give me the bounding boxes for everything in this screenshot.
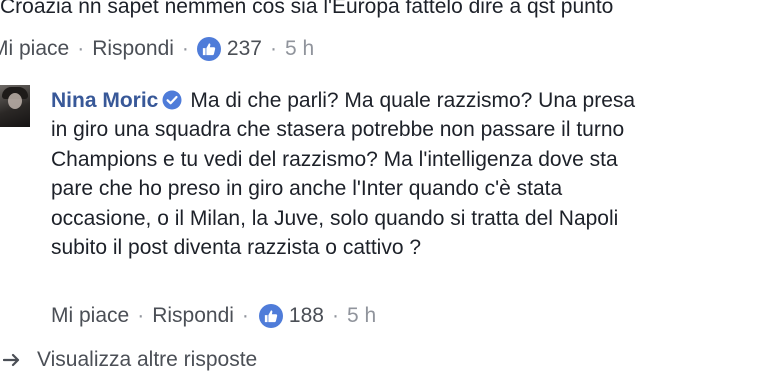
- separator: ·: [269, 37, 277, 60]
- author-name[interactable]: Nina Moric: [51, 89, 158, 112]
- like-count[interactable]: 188: [289, 304, 324, 328]
- separator: ·: [331, 304, 339, 327]
- thumbs-up-icon[interactable]: [196, 37, 221, 61]
- view-more-replies[interactable]: Visualizza altre risposte: [3, 348, 257, 372]
- like-count[interactable]: 237: [227, 37, 262, 61]
- reply-line: subito il post diventa razzista o cattiv…: [51, 235, 422, 259]
- reply-line: pare che ho preso in giro anche l'Inter …: [51, 177, 563, 201]
- thumbs-up-icon[interactable]: [258, 304, 283, 328]
- avatar-face: [8, 93, 22, 109]
- timestamp[interactable]: 5 h: [285, 37, 314, 61]
- reply-line: in giro una squadra che stasera potrebbe…: [51, 118, 625, 142]
- like-link[interactable]: Mi piace: [0, 37, 69, 61]
- like-link[interactable]: Mi piace: [51, 304, 129, 328]
- reply-link[interactable]: Rispondi: [152, 304, 234, 328]
- separator: ·: [137, 304, 145, 327]
- reply-arrow-icon: [3, 353, 21, 367]
- reply-actions: Mi piace · Rispondi · 188 · 5 h: [51, 304, 376, 328]
- timestamp[interactable]: 5 h: [347, 304, 376, 328]
- reply-line: Nina Moric Ma di che parli? Ma quale razz…: [51, 86, 767, 115]
- reply-line: Champions e tu vedi del razzismo? Ma l'i…: [51, 147, 618, 171]
- separator: ·: [181, 37, 189, 60]
- comment-thread: Croazia nn sapet nemmen cos sia l'Europa…: [0, 0, 767, 379]
- verified-badge-icon: [162, 89, 182, 118]
- comment-actions: Mi piace · Rispondi · 237 · 5 h: [0, 37, 314, 61]
- separator: ·: [241, 304, 249, 327]
- avatar[interactable]: [0, 85, 30, 127]
- reply-line: occasione, o il Milan, la Juve, solo qua…: [51, 206, 619, 230]
- reply-link[interactable]: Rispondi: [92, 37, 174, 61]
- reply-line-text: Ma di che parli? Ma quale razzismo? Una …: [190, 89, 636, 112]
- reply-text: Nina Moric Ma di che parli? Ma quale razz…: [51, 86, 767, 262]
- comment-text: Croazia nn sapet nemmen cos sia l'Europa…: [0, 0, 614, 18]
- separator: ·: [77, 37, 85, 60]
- view-more-replies-label: Visualizza altre risposte: [37, 348, 258, 371]
